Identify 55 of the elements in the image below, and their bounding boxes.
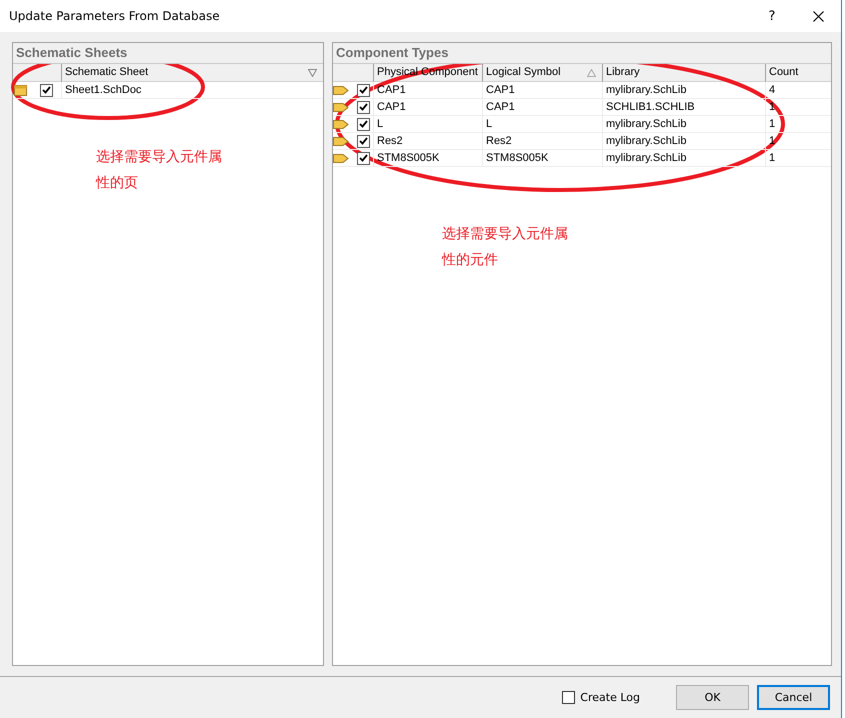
table-cell: 4: [765, 82, 831, 99]
table-cell: CAP1: [482, 99, 602, 116]
table-cell: CAP1: [373, 99, 482, 116]
table-cell: 1: [765, 116, 831, 133]
sort-icon: [587, 68, 596, 76]
column-header: [333, 64, 373, 82]
filter-icon: [308, 68, 317, 76]
ok-button[interactable]: OK: [676, 685, 749, 710]
checkbox-label: Create Log: [580, 691, 640, 704]
annotation-text: 性的页: [96, 173, 139, 192]
annotation-text: 选择需要导入元件属: [442, 224, 568, 243]
annotation-text: 选择需要导入元件属: [96, 147, 222, 166]
table-cell: L: [482, 116, 602, 133]
table-cell: mylibrary.SchLib: [602, 116, 765, 133]
table-cell: 1: [765, 150, 831, 167]
panel-title: Schematic Sheets: [13, 43, 323, 64]
column-header[interactable]: Logical Symbol: [482, 64, 602, 82]
table-cell: Res2: [482, 133, 602, 150]
table-cell: mylibrary.SchLib: [602, 133, 765, 150]
cancel-button[interactable]: Cancel: [757, 685, 830, 710]
table-cell: SCHLIB1.SCHLIB: [602, 99, 765, 116]
checkbox[interactable]: [357, 134, 370, 148]
panel-title: Component Types: [333, 43, 831, 64]
annotation-text: 性的元件: [442, 250, 499, 269]
header-label: Schematic Sheet: [65, 65, 148, 80]
checkbox[interactable]: [357, 84, 370, 96]
log-checkbox[interactable]: [562, 691, 576, 704]
tag-icon: [333, 102, 349, 112]
table-cell: mylibrary.SchLib: [602, 150, 765, 167]
tag-icon: [333, 86, 349, 94]
window-title: Update Parameters From Database: [8, 9, 220, 23]
table-cell: Res2: [373, 133, 482, 150]
checkbox[interactable]: [357, 100, 370, 114]
table-cell: CAP1: [482, 82, 602, 99]
help-button[interactable]: ?: [749, 0, 795, 32]
table-cell: STM8S005K: [482, 150, 602, 167]
tag-icon: [333, 136, 349, 146]
folder-icon: [14, 84, 27, 96]
table-cell: CAP1: [373, 82, 482, 99]
header-label: Logical Symbol: [486, 65, 561, 80]
checkbox[interactable]: [40, 84, 53, 96]
column-header[interactable]: Schematic Sheet: [61, 64, 323, 82]
tag-icon: [333, 120, 349, 128]
table-cell: Sheet1.SchDoc: [61, 82, 323, 99]
close-icon: [812, 10, 824, 22]
table-cell: L: [373, 116, 482, 133]
header-label: Count: [769, 65, 798, 80]
header-label: Library: [606, 65, 640, 80]
checkbox[interactable]: [357, 118, 370, 130]
tag-icon: [333, 154, 349, 162]
table-cell: STM8S005K: [373, 150, 482, 167]
header-label: Physical Component: [377, 65, 478, 80]
checkbox[interactable]: [357, 152, 370, 164]
table-cell: mylibrary.SchLib: [602, 82, 765, 99]
column-header[interactable]: Count: [765, 64, 831, 82]
